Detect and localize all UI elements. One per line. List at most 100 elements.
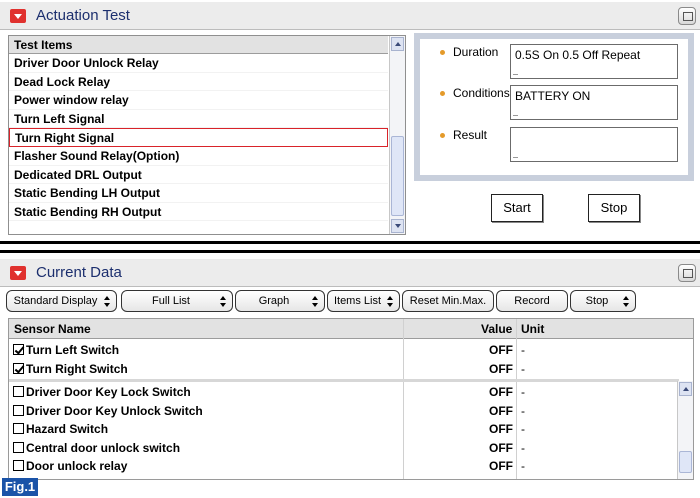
figure-label: Fig.1 (2, 478, 38, 496)
sensor-name-cell: Door unlock relay (13, 459, 127, 473)
unit-cell: - (521, 422, 525, 437)
scroll-up-icon[interactable] (391, 37, 404, 51)
full-list-select[interactable]: Full List (121, 290, 233, 312)
unit-cell: - (521, 459, 525, 474)
collapse-arrow-icon[interactable] (10, 9, 26, 23)
scroll-down-icon[interactable] (391, 219, 404, 233)
table-row[interactable]: Turn Left Switch OFF - (9, 341, 679, 360)
record-button[interactable]: Record (496, 290, 568, 312)
checkbox-icon[interactable] (13, 441, 24, 453)
result-label: Result (453, 128, 488, 142)
checkbox-icon[interactable] (13, 460, 24, 472)
bullet-icon (440, 50, 445, 55)
sensor-table-scrollbar[interactable] (677, 381, 693, 479)
sensor-data-table: Sensor Name Value Unit Turn Left Switch … (8, 318, 694, 480)
checkbox-icon[interactable] (13, 423, 24, 435)
test-item[interactable]: Flasher Sound Relay(Option) (9, 147, 388, 166)
sensor-name: Turn Left Switch (26, 343, 120, 357)
unit-cell: - (521, 361, 525, 376)
scroll-thumb[interactable] (679, 451, 692, 473)
test-items-list: Test Items Driver Door Unlock Relay Dead… (8, 35, 406, 235)
checkbox-checked-icon[interactable] (13, 362, 24, 374)
stop-button[interactable]: Stop (588, 194, 640, 222)
panel-divider (0, 241, 700, 244)
panel-divider (0, 250, 700, 253)
items-list-select[interactable]: Items List (327, 290, 400, 312)
bullet-icon (440, 133, 445, 138)
test-info-frame: Duration 0.5S On 0.5 Off Repeat Conditio… (414, 33, 694, 181)
test-item[interactable]: Static Bending RH Output (9, 203, 388, 222)
sensor-name: Driver Door Key Unlock Switch (26, 403, 203, 418)
standard-display-label: Standard Display (13, 295, 98, 307)
value-cell: OFF (489, 440, 513, 455)
scroll-up-icon[interactable] (679, 382, 692, 396)
test-item[interactable]: Driver Door Unlock Relay (9, 54, 388, 73)
standard-display-select[interactable]: Standard Display (6, 290, 117, 312)
full-list-label: Full List (152, 295, 190, 307)
sensor-name: Central door unlock switch (26, 440, 181, 455)
conditions-label: Conditions (453, 86, 510, 100)
checkbox-checked-icon[interactable] (13, 344, 24, 355)
current-data-header: Current Data (0, 259, 700, 287)
table-row[interactable]: Door unlock relay OFF - (9, 457, 679, 476)
sensor-name-cell: Central door unlock switch (13, 441, 180, 455)
table-row[interactable]: Central door unlock switch OFF - (9, 439, 679, 458)
test-item[interactable]: Dedicated DRL Output (9, 166, 388, 185)
table-row[interactable]: Turn Right Switch OFF - (9, 360, 679, 379)
value-cell: OFF (489, 403, 513, 418)
graph-select[interactable]: Graph (235, 290, 325, 312)
sensor-name: Driver Door Key Lock Switch (26, 385, 191, 399)
result-value (510, 127, 678, 162)
checkbox-icon[interactable] (13, 404, 24, 416)
test-items-header: Test Items (9, 36, 388, 54)
test-list-scrollbar[interactable] (389, 36, 405, 234)
checkbox-icon[interactable] (13, 386, 24, 397)
value-cell: OFF (489, 422, 513, 437)
sensor-name: Turn Right Switch (26, 361, 128, 376)
test-item[interactable]: Dead Lock Relay (9, 73, 388, 92)
bullet-icon (440, 91, 445, 96)
duration-label: Duration (453, 45, 499, 59)
value-cell: OFF (489, 459, 513, 474)
collapse-arrow-icon[interactable] (10, 266, 26, 280)
test-item-selected[interactable]: Turn Right Signal (9, 128, 388, 147)
sensor-name-cell: Turn Left Switch (13, 343, 119, 357)
stop-select-label: Stop (585, 295, 609, 307)
items-list-label: Items List (333, 295, 382, 307)
value-cell: OFF (489, 361, 513, 376)
unit-cell: - (521, 343, 525, 357)
current-data-toolbar: Standard Display Full List Graph Items L… (6, 290, 696, 312)
test-item[interactable]: Turn Left Signal (9, 110, 388, 129)
stop-select[interactable]: Stop (570, 290, 636, 312)
column-unit: Unit (521, 322, 545, 336)
maximize-panel-icon[interactable] (678, 7, 696, 25)
pinned-separator (9, 379, 679, 382)
unit-cell: - (521, 403, 525, 418)
table-row[interactable]: Driver Door Key Lock Switch OFF - (9, 383, 679, 402)
reset-min-max-button[interactable]: Reset Min.Max. (402, 290, 494, 312)
actuation-test-title: Actuation Test (36, 7, 130, 24)
table-row[interactable]: Hazard Switch OFF - (9, 420, 679, 439)
value-cell: OFF (489, 343, 513, 357)
table-row[interactable]: Driver Door Key Unlock Switch OFF - (9, 402, 679, 421)
spinner-icon (387, 296, 394, 307)
sensor-name-cell: Hazard Switch (13, 422, 108, 436)
current-data-title: Current Data (36, 264, 122, 281)
maximize-panel-icon[interactable] (678, 264, 696, 282)
actuation-test-header: Actuation Test (0, 2, 700, 30)
test-item[interactable]: Static Bending LH Output (9, 184, 388, 203)
spinner-icon (104, 296, 111, 307)
spinner-icon (623, 296, 630, 307)
value-cell: OFF (489, 385, 513, 399)
sensor-name: Door unlock relay (26, 459, 128, 474)
start-button[interactable]: Start (491, 194, 543, 222)
test-item[interactable]: Power window relay (9, 91, 388, 110)
sensor-name-cell: Turn Right Switch (13, 362, 128, 376)
unit-cell: - (521, 385, 525, 399)
spinner-icon (312, 296, 319, 307)
column-sensor-name: Sensor Name (14, 322, 91, 336)
duration-value: 0.5S On 0.5 Off Repeat (510, 44, 678, 79)
spinner-icon (220, 296, 227, 307)
column-value: Value (481, 322, 513, 336)
scroll-thumb[interactable] (391, 136, 404, 216)
